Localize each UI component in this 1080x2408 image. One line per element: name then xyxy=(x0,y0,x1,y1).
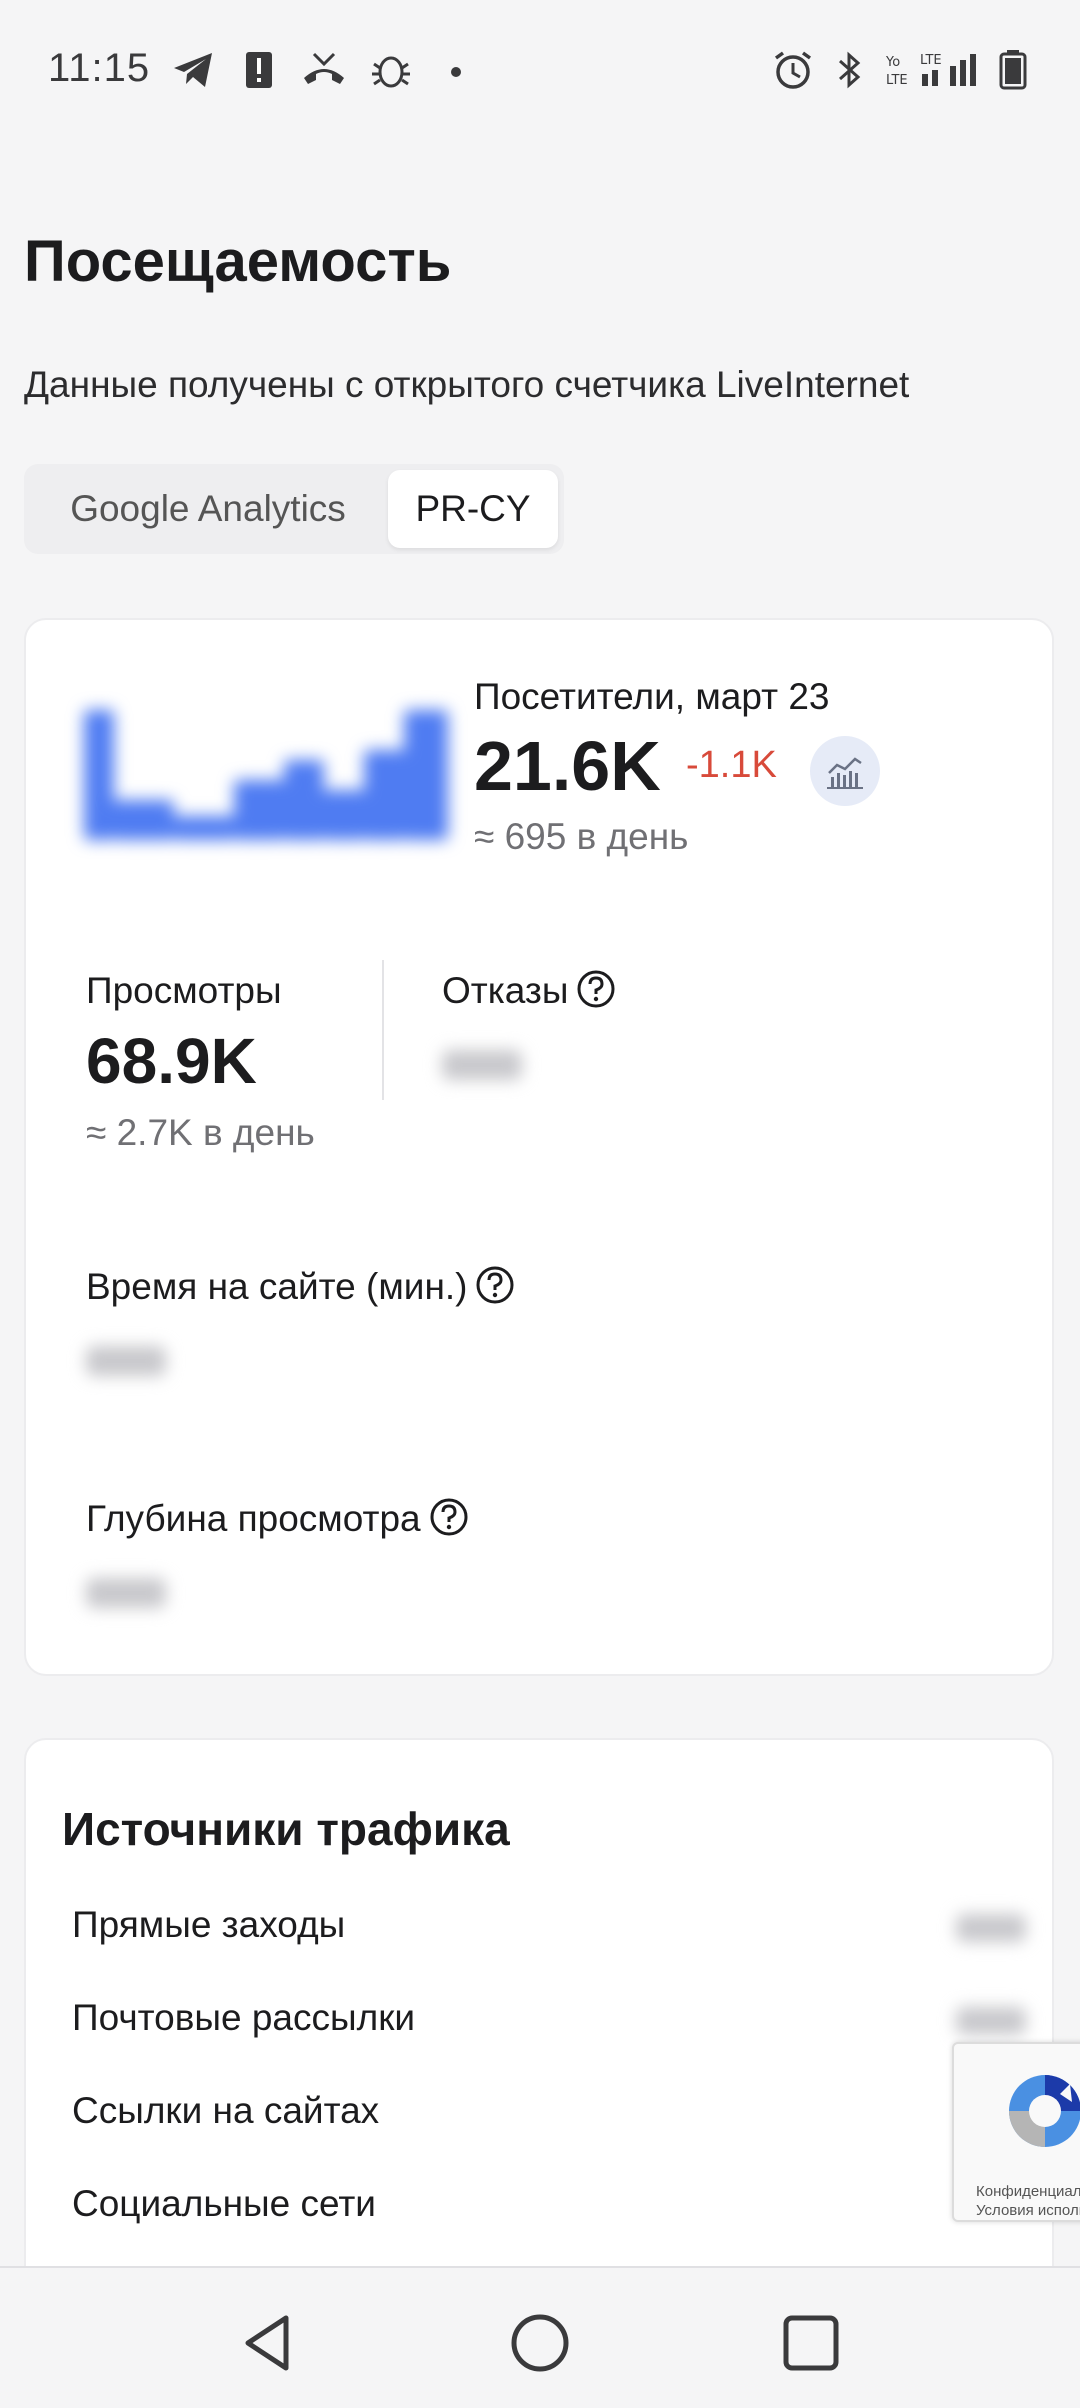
source-value-hidden xyxy=(956,1914,1026,1942)
sources-title: Источники трафика xyxy=(62,1803,510,1855)
depth-label: Глубина просмотра xyxy=(86,1498,469,1541)
views-label: Просмотры xyxy=(86,970,282,1011)
back-icon[interactable] xyxy=(234,2308,304,2378)
recaptcha-terms[interactable]: Условия исполь xyxy=(976,2201,1080,2220)
source-row: Социальные сети xyxy=(72,2183,376,2224)
time-on-site-label-text: Время на сайте (мин.) xyxy=(86,1266,468,1307)
depth-label-text: Глубина просмотра xyxy=(86,1498,421,1539)
navigation-bar xyxy=(0,2266,1080,2408)
alert-icon xyxy=(244,50,274,94)
depth-value-hidden xyxy=(86,1578,166,1608)
recaptcha-privacy[interactable]: Конфиденциальн xyxy=(976,2182,1080,2201)
visitors-delta: -1.1K xyxy=(686,744,777,786)
chart-icon xyxy=(827,757,863,789)
alarm-icon xyxy=(772,50,814,94)
dot-icon xyxy=(448,50,464,94)
page-subtitle: Данные получены с открытого счетчика Liv… xyxy=(24,364,910,405)
views-per-day: ≈ 2.7K в день xyxy=(86,1112,315,1153)
help-icon[interactable] xyxy=(429,1497,469,1537)
signal-icon: LTE xyxy=(920,50,982,94)
source-value-hidden xyxy=(956,2007,1026,2035)
bounces-label: Отказы xyxy=(442,970,616,1013)
tab-google-analytics[interactable]: Google Analytics xyxy=(38,470,378,548)
source-tabs: Google Analytics PR-CY xyxy=(24,464,564,554)
svg-text:Yo: Yo xyxy=(885,55,900,70)
help-icon[interactable] xyxy=(475,1265,515,1305)
home-icon[interactable] xyxy=(505,2308,575,2378)
traffic-sources-card: Источники трафика Прямые заходы Почтовые… xyxy=(24,1738,1054,2338)
traffic-card: Посетители, март 23 21.6K -1.1K ≈ 695 в … xyxy=(24,618,1054,1676)
bounces-label-text: Отказы xyxy=(442,970,569,1011)
help-icon[interactable] xyxy=(576,969,616,1009)
source-row: Ссылки на сайтах xyxy=(72,2090,380,2131)
page-title: Посещаемость xyxy=(24,229,452,294)
recaptcha-text: Конфиденциальн Условия исполь xyxy=(976,2182,1080,2220)
bounces-value-hidden xyxy=(442,1050,522,1080)
bluetooth-icon xyxy=(836,50,864,94)
svg-text:LTE: LTE xyxy=(920,53,942,68)
visitors-value: 21.6K xyxy=(474,727,661,805)
recaptcha-icon xyxy=(1000,2066,1080,2161)
telegram-icon xyxy=(172,50,216,94)
bug-icon xyxy=(370,50,412,94)
tab-pr-cy[interactable]: PR-CY xyxy=(388,470,558,548)
visitors-per-day: ≈ 695 в день xyxy=(474,816,689,857)
views-value: 68.9K xyxy=(86,1025,257,1097)
chart-button[interactable] xyxy=(810,736,880,806)
volte-icon: Yo LTE xyxy=(884,50,912,94)
metric-divider xyxy=(382,960,384,1100)
time-on-site-value-hidden xyxy=(86,1346,166,1376)
missed-call-icon xyxy=(300,50,348,94)
visitors-mini-chart xyxy=(78,700,466,840)
source-row: Прямые заходы xyxy=(72,1904,346,1945)
source-row: Почтовые рассылки xyxy=(72,1997,416,2038)
visitors-label: Посетители, март 23 xyxy=(474,676,830,717)
status-time: 11:15 xyxy=(48,46,151,90)
time-on-site-label: Время на сайте (мин.) xyxy=(86,1266,515,1309)
recaptcha-badge[interactable]: Конфиденциальн Условия исполь xyxy=(952,2042,1080,2222)
battery-icon xyxy=(998,50,1028,94)
status-bar: 11:15 Yo LTE LTE xyxy=(0,0,1080,140)
recents-icon[interactable] xyxy=(776,2308,846,2378)
svg-text:LTE: LTE xyxy=(886,73,908,88)
